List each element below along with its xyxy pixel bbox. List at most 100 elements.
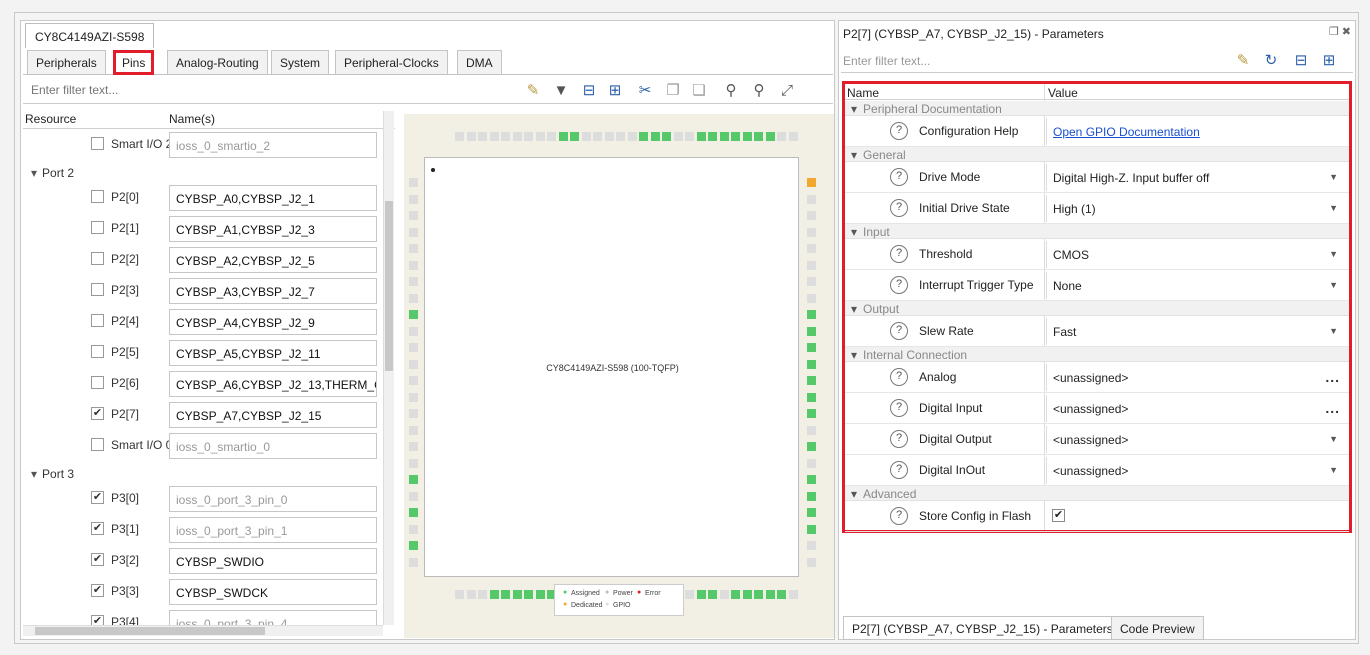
clear-filter-icon[interactable]: ✎ <box>523 81 543 101</box>
chip-pin[interactable] <box>409 260 418 270</box>
resource-name-field[interactable]: CYBSP_A3,CYBSP_J2_7 <box>169 278 377 304</box>
chip-pin[interactable] <box>547 132 556 141</box>
chip-pin[interactable] <box>807 376 816 385</box>
chip-pin[interactable] <box>570 132 579 141</box>
chip-pin[interactable] <box>409 458 418 468</box>
tab-analog-routing[interactable]: Analog-Routing <box>167 50 268 74</box>
chip-pin[interactable] <box>409 178 418 187</box>
chip-pin[interactable] <box>807 343 816 352</box>
parameter-row[interactable]: ? Slew Rate Fast ▼ <box>845 316 1349 347</box>
parameter-section[interactable]: Internal Connection <box>845 347 1349 362</box>
chip-pin[interactable] <box>807 475 816 484</box>
chip-pin[interactable] <box>501 590 510 599</box>
resource-horizontal-scrollbar[interactable] <box>23 625 383 636</box>
resource-checkbox[interactable] <box>91 190 104 203</box>
resource-row[interactable]: P2[5] CYBSP_A5,CYBSP_J2_11 <box>23 337 395 368</box>
resource-name-field[interactable]: CYBSP_A0,CYBSP_J2_1 <box>169 185 377 211</box>
help-icon[interactable]: ? <box>890 122 908 140</box>
chip-pin[interactable] <box>409 508 418 517</box>
resource-checkbox[interactable]: ✔ <box>91 615 104 625</box>
zoom-out-icon[interactable]: ⚲ <box>749 81 769 101</box>
chip-pin[interactable] <box>409 409 418 418</box>
chip-pin[interactable] <box>409 442 418 451</box>
resource-name-field[interactable]: CYBSP_A2,CYBSP_J2_5 <box>169 247 377 273</box>
chip-pin[interactable] <box>409 326 418 336</box>
chip-pin[interactable] <box>788 590 798 599</box>
chip-pin[interactable] <box>616 132 625 141</box>
chip-pin[interactable] <box>409 211 418 220</box>
zoom-fit-icon[interactable]: ⤢ <box>777 81 797 101</box>
chip-pin[interactable] <box>807 326 816 336</box>
zoom-in-icon[interactable]: ⚲ <box>721 81 741 101</box>
resource-name-field[interactable]: CYBSP_A7,CYBSP_J2_15 <box>169 402 377 428</box>
chip-pin[interactable] <box>409 392 418 402</box>
chip-pin[interactable] <box>581 132 591 141</box>
chip-pin[interactable] <box>807 178 816 187</box>
resource-checkbox[interactable]: ✔ <box>91 584 104 597</box>
parameter-section[interactable]: Input <box>845 224 1349 239</box>
chip-pin[interactable] <box>807 491 816 501</box>
copy-icon[interactable]: ❐ <box>663 81 683 101</box>
resource-row[interactable]: Smart I/O 2 ioss_0_smartio_2 <box>23 129 395 160</box>
cut-icon[interactable]: ✂ <box>635 81 655 101</box>
chip-pin[interactable] <box>696 590 706 599</box>
collapse-all-icon[interactable]: ⊟ <box>579 81 599 101</box>
chip-pin[interactable] <box>409 376 418 385</box>
parameter-row[interactable]: ? Analog <unassigned>... <box>845 362 1349 393</box>
resource-name-field[interactable]: ioss_0_port_3_pin_1 <box>169 517 377 543</box>
help-icon[interactable]: ? <box>890 322 908 340</box>
chip-pin[interactable] <box>807 260 816 270</box>
resource-checkbox[interactable]: ✔ <box>91 491 104 504</box>
chip-pin[interactable] <box>535 590 545 599</box>
chip-pin[interactable] <box>807 458 816 468</box>
expand-all-icon[interactable]: ⊞ <box>1319 51 1339 71</box>
chevron-down-icon[interactable]: ▼ <box>1329 203 1338 213</box>
chevron-down-icon[interactable]: ▼ <box>1329 326 1338 336</box>
chip-pin[interactable] <box>489 132 499 141</box>
parameter-row[interactable]: ? Initial Drive State High (1) ▼ <box>845 193 1349 224</box>
help-icon[interactable]: ? <box>890 507 908 525</box>
chip-pin[interactable] <box>719 132 729 141</box>
parameter-row[interactable]: ? Drive Mode Digital High-Z. Input buffer … <box>845 162 1349 193</box>
chip-pin[interactable] <box>765 132 775 141</box>
chip-pin[interactable] <box>765 590 775 599</box>
resource-row[interactable]: ✔ P3[4] ioss_0_port_3_pin_4 <box>23 607 395 625</box>
chip-pin[interactable] <box>807 244 816 253</box>
chip-pin[interactable] <box>409 293 418 303</box>
chip-pin[interactable] <box>731 132 740 141</box>
panel-window-buttons[interactable]: ❐ ✖ <box>1329 25 1351 38</box>
chip-pin[interactable] <box>777 132 786 141</box>
parameter-row[interactable]: ? Digital Output <unassigned> ▼ <box>845 424 1349 455</box>
chip-pin[interactable] <box>731 590 740 599</box>
chip-pin[interactable] <box>807 409 816 418</box>
chip-pin[interactable] <box>409 194 418 204</box>
scrollbar-thumb[interactable] <box>35 627 265 635</box>
tab-system[interactable]: System <box>271 50 330 74</box>
chevron-down-icon[interactable]: ▼ <box>1329 434 1338 444</box>
resource-checkbox[interactable] <box>91 314 104 327</box>
chip-pin[interactable] <box>512 132 522 141</box>
help-icon[interactable]: ? <box>890 399 908 417</box>
chip-pin[interactable] <box>807 359 816 369</box>
resource-vertical-scrollbar[interactable] <box>383 111 394 625</box>
tab-peripherals[interactable]: Peripherals <box>27 50 106 74</box>
funnel-filter-icon[interactable]: ▼ <box>551 81 571 101</box>
resource-name-field[interactable]: CYBSP_A4,CYBSP_J2_9 <box>169 309 377 335</box>
parameter-value-dropdown[interactable]: <unassigned> ▼ <box>1046 426 1346 453</box>
chip-pin[interactable] <box>807 211 816 220</box>
filter-input[interactable] <box>25 79 405 101</box>
chip-pin[interactable] <box>807 293 816 303</box>
resource-row[interactable]: ✔ P3[1] ioss_0_port_3_pin_1 <box>23 514 395 545</box>
tab-peripheral-clocks[interactable]: Peripheral-Clocks <box>335 50 448 74</box>
chevron-down-icon[interactable]: ▼ <box>1329 280 1338 290</box>
parameter-value-dropdown[interactable]: Fast ▼ <box>1046 318 1346 345</box>
parameter-section[interactable]: Peripheral Documentation <box>845 101 1349 116</box>
chip-pin[interactable] <box>409 277 418 286</box>
resource-name-field[interactable]: CYBSP_SWDIO <box>169 548 377 574</box>
resource-checkbox[interactable] <box>91 376 104 389</box>
chip-pin[interactable] <box>696 132 706 141</box>
resource-name-field[interactable]: CYBSP_A6,CYBSP_J2_13,THERM_OUT <box>169 371 377 397</box>
store-config-checkbox[interactable]: ✔ <box>1052 509 1065 522</box>
parameter-value-dropdown[interactable]: <unassigned> ▼ <box>1046 457 1346 484</box>
chip-pin[interactable] <box>593 132 602 141</box>
